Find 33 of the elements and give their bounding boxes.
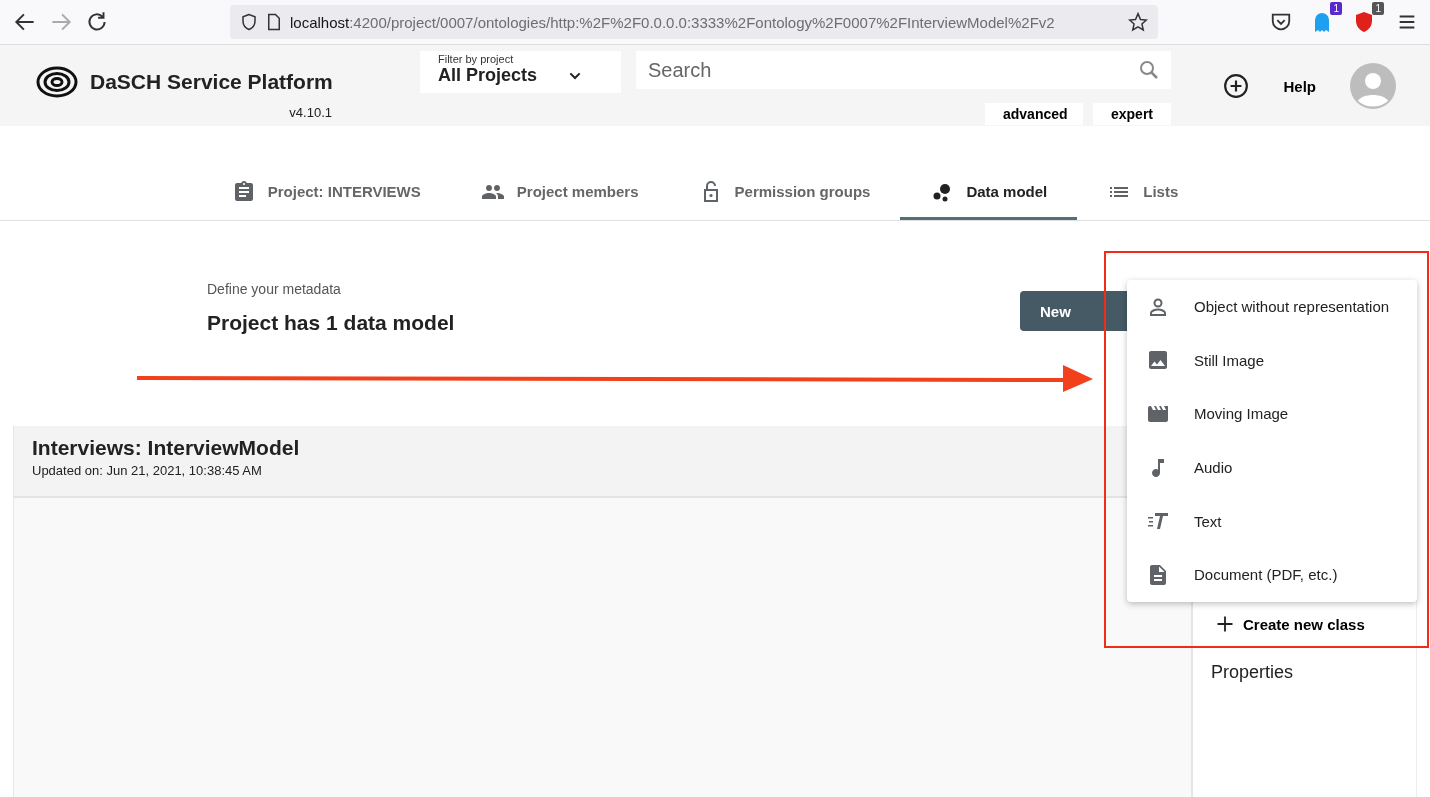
app-name: DaSCH Service Platform — [90, 70, 333, 94]
tab[interactable]: Data model — [900, 166, 1078, 220]
project-filter[interactable]: Filter by project All Projects — [420, 51, 621, 93]
menu-item[interactable]: Document (PDF, etc.) — [1127, 547, 1417, 602]
tab[interactable]: Project members — [450, 166, 669, 220]
notification-count: 1 — [1372, 2, 1384, 15]
updated-date: Updated on: Jun 21, 2021, 10:38:45 AM — [32, 463, 262, 478]
section-subtitle: Define your metadata — [207, 281, 342, 297]
address-bar[interactable]: localhost:4200/project/0007/ontologies/http:%2F%2F0.0.0.0:3333%2Fontology%2F0007%2FInterviewModel%2Fv2 — [230, 5, 1158, 39]
menu-item[interactable]: Audio — [1127, 440, 1417, 495]
search-mode-button[interactable]: expert — [1093, 103, 1171, 125]
version-label: v4.10.1 — [289, 105, 332, 120]
menu-item[interactable]: Still Image — [1127, 333, 1417, 388]
tab[interactable]: Permission groups — [668, 166, 901, 220]
star-icon[interactable] — [1128, 12, 1148, 32]
properties-heading: Properties — [1211, 662, 1294, 683]
search-mode-button[interactable]: advanced — [985, 103, 1083, 125]
add-circle-icon[interactable] — [1223, 73, 1250, 99]
search-field[interactable]: Search — [636, 51, 1171, 89]
data-model-title: Interviews: InterviewModel — [32, 436, 300, 460]
menu-item[interactable]: Text — [1127, 494, 1417, 548]
logo-icon — [36, 65, 78, 99]
tab[interactable]: Project: INTERVIEWS — [201, 166, 451, 220]
create-class-button[interactable]: Create new class — [1215, 610, 1416, 638]
pocket-icon[interactable] — [1270, 11, 1292, 33]
menu-item[interactable]: Moving Image — [1127, 387, 1417, 441]
notification-count: 1 — [1330, 2, 1342, 15]
shield-icon — [240, 13, 258, 31]
section-title: Project has 1 data model — [207, 311, 455, 335]
help-button[interactable]: Help — [1273, 77, 1326, 95]
plus-icon — [1215, 614, 1235, 634]
page-icon — [266, 13, 282, 31]
tab[interactable]: Lists — [1077, 166, 1209, 220]
